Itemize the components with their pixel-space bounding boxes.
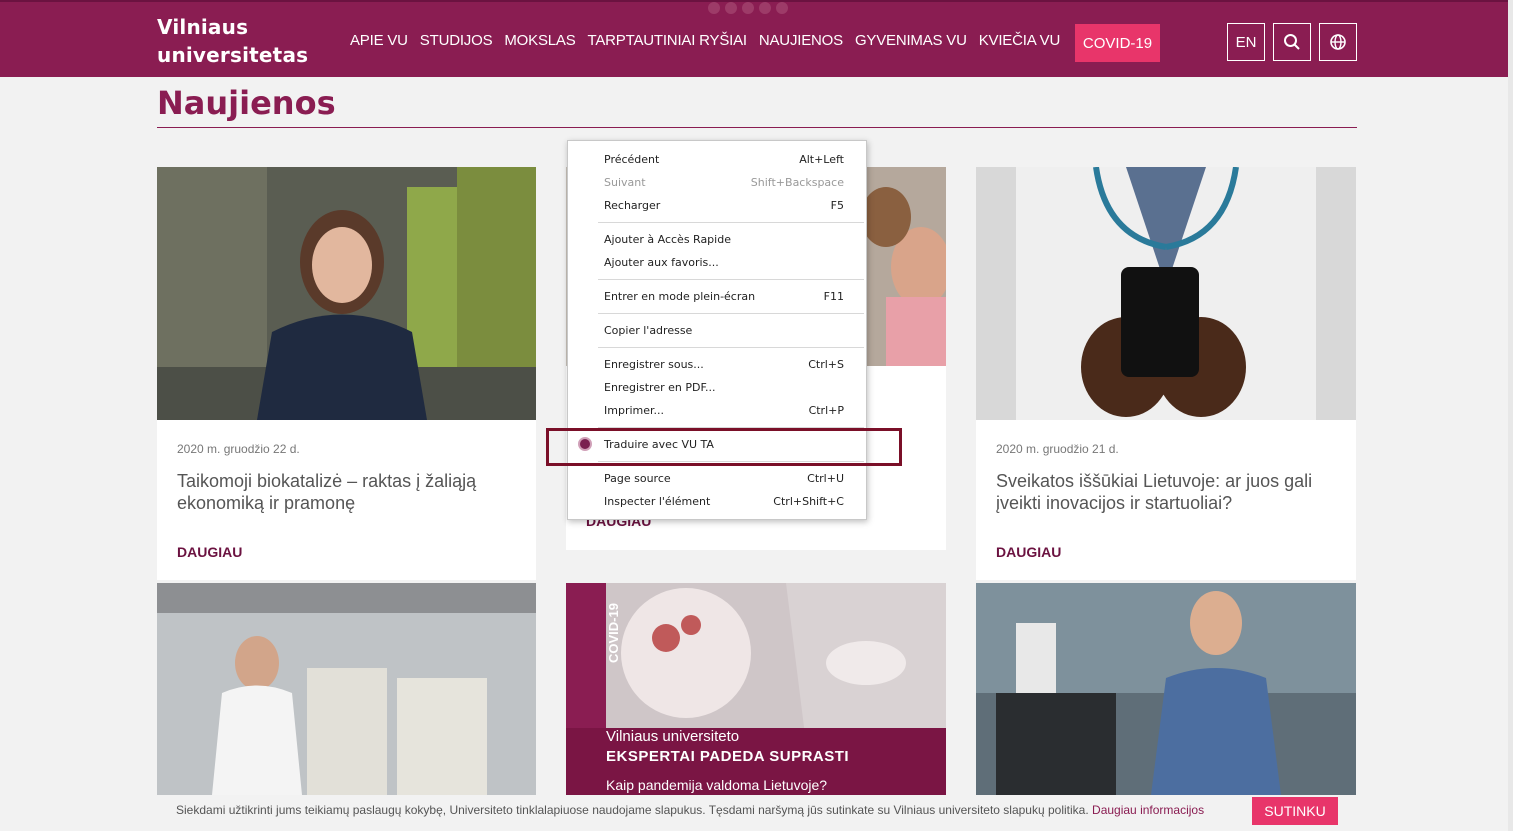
promo-card[interactable]: COVID-19 Vilniaus universiteto EKSPERTAI… — [566, 583, 946, 795]
menu-item-back[interactable]: Précédent Alt+Left — [568, 149, 866, 171]
page-title: Naujienos — [157, 84, 336, 122]
news-image-lab[interactable] — [157, 583, 536, 795]
globe-icon — [1330, 34, 1346, 50]
nav-naujienos[interactable]: NAUJIENOS — [759, 32, 843, 49]
menu-separator — [598, 313, 864, 314]
menu-item-label: Suivant — [604, 176, 646, 189]
news-image-doctor[interactable] — [976, 167, 1356, 420]
menu-item-label: Ajouter à Accès Rapide — [604, 233, 731, 246]
menu-item-label: Ajouter aux favoris... — [604, 256, 719, 269]
covid-button[interactable]: COVID-19 — [1075, 24, 1160, 62]
more-link[interactable]: DAUGIAU — [996, 544, 1061, 560]
search-icon — [1284, 34, 1300, 50]
menu-item-save-as[interactable]: Enregistrer sous... Ctrl+S — [568, 354, 866, 376]
menu-item-shortcut: F11 — [823, 290, 844, 303]
news-card[interactable] — [976, 583, 1356, 795]
menu-item-shortcut: Shift+Backspace — [750, 176, 844, 189]
menu-separator — [598, 279, 864, 280]
menu-separator — [598, 347, 864, 348]
promo-line-2: EKSPERTAI PADEDA SUPRASTI — [606, 748, 850, 765]
menu-item-shortcut: Ctrl+U — [807, 472, 844, 485]
language-button[interactable]: EN — [1227, 23, 1265, 61]
cookie-text: Siekdami užtikrinti jums teikiamų paslau… — [176, 803, 1204, 817]
cookie-bar: Siekdami užtikrinti jums teikiamų paslau… — [0, 795, 1513, 831]
news-title[interactable]: Sveikatos iššūkiai Lietuvoje: ar juos ga… — [996, 470, 1326, 514]
menu-item-save-pdf[interactable]: Enregistrer en PDF... — [568, 377, 866, 399]
globe-button[interactable] — [1319, 23, 1357, 61]
menu-item-label: Enregistrer sous... — [604, 358, 704, 371]
nav-apie-vu[interactable]: APIE VU — [350, 32, 408, 49]
cookie-more-link[interactable]: Daugiau informacijos — [1092, 803, 1204, 817]
promo-tag: COVID-19 — [606, 603, 621, 663]
news-card[interactable] — [157, 583, 536, 795]
menu-item-copy-address[interactable]: Copier l'adresse — [568, 320, 866, 342]
news-card[interactable]: 2020 m. gruodžio 21 d. Sveikatos iššūkia… — [976, 167, 1356, 580]
main-nav: APIE VU STUDIJOS MOKSLAS TARPTAUTINIAI R… — [350, 32, 1072, 49]
title-divider — [157, 127, 1357, 128]
menu-item-shortcut: F5 — [830, 199, 844, 212]
more-link[interactable]: DAUGIAU — [177, 544, 242, 560]
menu-item-label: Enregistrer en PDF... — [604, 381, 716, 394]
news-image-researcher[interactable] — [157, 167, 536, 420]
menu-item-fullscreen[interactable]: Entrer en mode plein-écran F11 — [568, 286, 866, 308]
menu-item-add-bookmark[interactable]: Ajouter aux favoris... — [568, 252, 866, 274]
menu-item-shortcut: Ctrl+Shift+C — [773, 495, 844, 508]
highlight-box — [546, 428, 902, 466]
nav-tarptautiniai-rysiai[interactable]: TARPTAUTINIAI RYŠIAI — [588, 32, 748, 49]
news-date: 2020 m. gruodžio 21 d. — [996, 442, 1119, 456]
news-card[interactable]: 2020 m. gruodžio 22 d. Taikomoji biokata… — [157, 167, 536, 580]
menu-item-label: Copier l'adresse — [604, 324, 693, 337]
news-image-scientist[interactable] — [976, 583, 1356, 795]
slider-dots[interactable] — [708, 2, 793, 14]
menu-item-add-quick-access[interactable]: Ajouter à Accès Rapide — [568, 229, 866, 251]
promo-line-3: Kaip pandemija valdoma Lietuvoje? — [606, 777, 828, 793]
menu-item-shortcut: Alt+Left — [799, 153, 844, 166]
menu-item-inspect[interactable]: Inspecter l'élément Ctrl+Shift+C — [568, 491, 866, 513]
nav-gyvenimas-vu[interactable]: GYVENIMAS VU — [855, 32, 967, 49]
menu-item-label: Inspecter l'élément — [604, 495, 711, 508]
cookie-message: Siekdami užtikrinti jums teikiamų paslau… — [176, 803, 1089, 817]
menu-item-label: Imprimer... — [604, 404, 665, 417]
logo-line-1: Vilniaus — [157, 15, 249, 39]
menu-item-label: Entrer en mode plein-écran — [604, 290, 756, 303]
menu-item-shortcut: Ctrl+S — [808, 358, 844, 371]
search-button[interactable] — [1273, 23, 1311, 61]
scrollbar[interactable] — [1508, 0, 1513, 831]
promo-line-1: Vilniaus universiteto — [606, 728, 740, 745]
menu-item-shortcut: Ctrl+P — [808, 404, 844, 417]
logo-line-2: universitetas — [157, 43, 309, 67]
menu-item-reload[interactable]: Recharger F5 — [568, 195, 866, 217]
nav-kviecia-vu[interactable]: KVIEČIA VU — [979, 32, 1061, 49]
news-date: 2020 m. gruodžio 22 d. — [177, 442, 300, 456]
menu-item-print[interactable]: Imprimer... Ctrl+P — [568, 400, 866, 422]
nav-studijos[interactable]: STUDIJOS — [420, 32, 493, 49]
menu-separator — [598, 222, 864, 223]
menu-item-label: Page source — [604, 472, 671, 485]
menu-item-label: Précédent — [604, 153, 660, 166]
site-header: Vilniaus universitetas APIE VU STUDIJOS … — [0, 0, 1513, 77]
site-logo[interactable]: Vilniaus universitetas — [157, 13, 308, 69]
nav-mokslas[interactable]: MOKSLAS — [504, 32, 575, 49]
menu-item-label: Recharger — [604, 199, 661, 212]
cookie-accept-button[interactable]: SUTINKU — [1252, 797, 1338, 825]
menu-item-page-source[interactable]: Page source Ctrl+U — [568, 468, 866, 490]
news-title[interactable]: Taikomoji biokatalizė – raktas į žaliąją… — [177, 470, 507, 514]
menu-item-forward: Suivant Shift+Backspace — [568, 172, 866, 194]
